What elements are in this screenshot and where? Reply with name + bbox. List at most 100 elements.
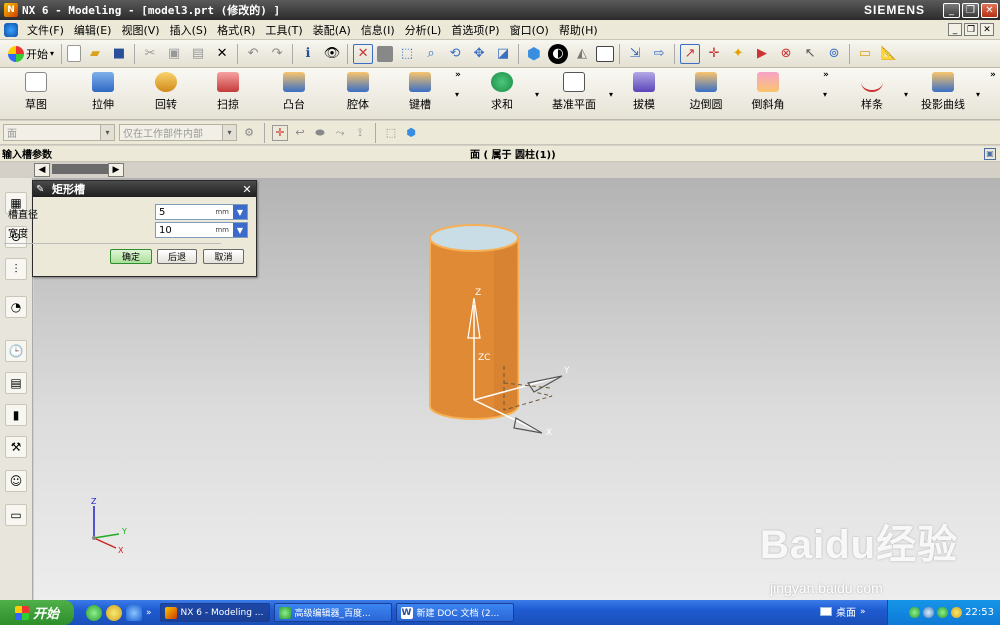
render-icon[interactable] (377, 45, 394, 62)
app-menu-icon[interactable] (4, 22, 18, 37)
menu-help[interactable]: 帮助(H) (554, 22, 603, 38)
view-icon[interactable]: 👁 (322, 44, 342, 64)
general-select-icon[interactable]: ✛ (272, 124, 288, 141)
close-button[interactable]: ✕ (981, 2, 998, 18)
cancel-button[interactable]: 取消 (203, 249, 244, 264)
roles-icon[interactable]: ☺ (5, 470, 27, 492)
rotate-icon[interactable]: ⟲ (445, 44, 465, 64)
system-scenes-icon[interactable]: ▭ (5, 504, 27, 526)
revolve-button[interactable]: 回转 (136, 72, 196, 112)
task-nx-modeling[interactable]: NX 6 - Modeling ... (159, 603, 270, 622)
process-studio-icon[interactable]: ⚒ (5, 436, 27, 458)
slot-button[interactable]: 键槽 (390, 72, 450, 112)
status-icon[interactable]: ▣ (984, 147, 996, 160)
pin-icon[interactable]: ✎ (36, 184, 50, 195)
active-part-tab[interactable] (52, 164, 108, 174)
save-icon[interactable]: ■ (109, 44, 129, 64)
dialog-title-bar[interactable]: ✎ 矩形槽 ✕ (33, 181, 256, 197)
history-icon[interactable]: 🕒 (5, 340, 27, 362)
unite-button[interactable]: 求和 (472, 72, 532, 112)
project-curve-button[interactable]: 投影曲线 (912, 72, 974, 112)
snap-curve-icon[interactable]: ⊚ (824, 44, 844, 64)
shaded-icon[interactable]: ⬢ (524, 44, 544, 64)
paste-icon[interactable]: ▤ (188, 44, 208, 64)
snap-end-icon[interactable]: ✦ (728, 44, 748, 64)
color-swatch-icon[interactable] (596, 45, 615, 62)
reuse-library-icon[interactable]: ▤ (5, 372, 27, 394)
display-icon[interactable]: ◭ (572, 44, 592, 64)
draft-button[interactable]: 拔模 (614, 72, 674, 112)
extrude-button[interactable]: 拉伸 (73, 72, 133, 112)
menu-info[interactable]: 信息(I) (356, 22, 400, 38)
menu-assembly[interactable]: 装配(A) (308, 22, 356, 38)
redo-icon[interactable]: ↷ (267, 44, 287, 64)
new-icon[interactable] (67, 45, 82, 62)
back-button[interactable]: 后退 (157, 249, 197, 264)
cylinder-top-face[interactable] (429, 224, 519, 252)
body-rule-icon[interactable]: ⟟ (352, 125, 368, 141)
doc-minimize-button[interactable]: _ (948, 23, 962, 36)
select-icon[interactable]: ↗ (680, 43, 701, 64)
tray-volume-icon[interactable] (923, 607, 935, 618)
width-input[interactable]: 10 mm ▼ (155, 222, 248, 238)
search-icon[interactable]: ⌕ (421, 44, 441, 64)
tab-scroll-right-button[interactable]: ▶ (108, 163, 124, 177)
dialog-close-icon[interactable]: ✕ (240, 183, 254, 196)
menu-view[interactable]: 视图(V) (116, 22, 164, 38)
tab-scroll-left-button[interactable]: ◀ (34, 163, 50, 177)
snap-mid-icon[interactable]: ▶ (752, 44, 772, 64)
pocket-button[interactable]: 腔体 (328, 72, 388, 112)
zoom-icon[interactable]: ⬚ (397, 44, 417, 64)
tray-im-icon[interactable] (951, 607, 963, 618)
sweep-button[interactable]: 扫掠 (198, 72, 258, 112)
menu-format[interactable]: 格式(R) (212, 22, 260, 38)
snap-center-icon[interactable]: ⊗ (776, 44, 796, 64)
info-icon[interactable]: ℹ (298, 44, 318, 64)
copy-icon[interactable]: ▣ (164, 44, 184, 64)
background-icon[interactable]: ◐ (548, 43, 569, 64)
spline-dropdown-arrow[interactable]: ▾ (904, 90, 908, 99)
restore-button[interactable]: ❐ (962, 2, 979, 18)
unite-dropdown-arrow[interactable]: ▾ (535, 90, 539, 99)
delete-icon[interactable]: ✕ (212, 44, 232, 64)
menu-window[interactable]: 窗口(O) (505, 22, 554, 38)
tray-security-icon[interactable] (937, 607, 949, 618)
hd3d-tools-icon[interactable]: ▮ (5, 404, 27, 426)
menu-analysis[interactable]: 分析(L) (400, 22, 447, 38)
menu-edit[interactable]: 编辑(E) (69, 22, 117, 38)
type-filter-select[interactable]: 面 ▾ (3, 124, 115, 141)
menu-file[interactable]: 文件(F) (22, 22, 69, 38)
clock[interactable]: 22:53 (965, 607, 994, 618)
menu-preferences[interactable]: 首选项(P) (446, 22, 504, 38)
filter-icon[interactable]: ⚙ (241, 125, 257, 141)
ruler-icon[interactable]: 📐 (879, 44, 899, 64)
taskbar-start-button[interactable]: 开始 (0, 600, 74, 625)
task-new-doc[interactable]: W 新建 DOC 文档 (2... (395, 603, 514, 622)
task-baidu-editor[interactable]: 高级编辑器_百度... (273, 603, 392, 622)
solid-select-icon[interactable]: ⬢ (403, 125, 419, 141)
quicklaunch-ie-icon[interactable] (86, 604, 102, 621)
undo-icon[interactable]: ↶ (243, 44, 263, 64)
project-dropdown-arrow[interactable]: ▾ (976, 90, 980, 99)
snap-point-icon[interactable]: ✛ (704, 44, 724, 64)
cut-icon[interactable]: ✂ (140, 44, 160, 64)
part-navigator-icon[interactable]: ⫶ (5, 258, 27, 280)
feature-chevron-2-icon[interactable]: » (823, 70, 829, 80)
doc-close-button[interactable]: ✕ (980, 23, 994, 36)
measure-icon[interactable]: ▭ (855, 44, 875, 64)
fit-icon[interactable]: ✕ (353, 43, 374, 64)
tray-network-icon[interactable] (909, 607, 921, 618)
groove-diameter-input[interactable]: 5 mm ▼ (155, 204, 248, 220)
layer-icon[interactable]: ⇨ (649, 44, 669, 64)
feature-chevron-icon[interactable]: » (455, 70, 461, 80)
slot-dropdown-arrow[interactable]: ▾ (455, 90, 459, 99)
curve-rule-icon[interactable]: ↩ (292, 125, 308, 141)
chamfer-button[interactable]: 倒斜角 (738, 72, 798, 112)
open-icon[interactable]: ▰ (85, 44, 105, 64)
menu-tools[interactable]: 工具(T) (260, 22, 307, 38)
groove-diameter-spin-icon[interactable]: ▼ (233, 205, 247, 219)
selection-scope-select[interactable]: 仅在工作部件内部 ▾ (119, 124, 237, 141)
perspective-icon[interactable]: ◪ (493, 44, 513, 64)
pan-icon[interactable]: ✥ (469, 44, 489, 64)
quicklaunch-nx-icon[interactable] (126, 604, 142, 621)
